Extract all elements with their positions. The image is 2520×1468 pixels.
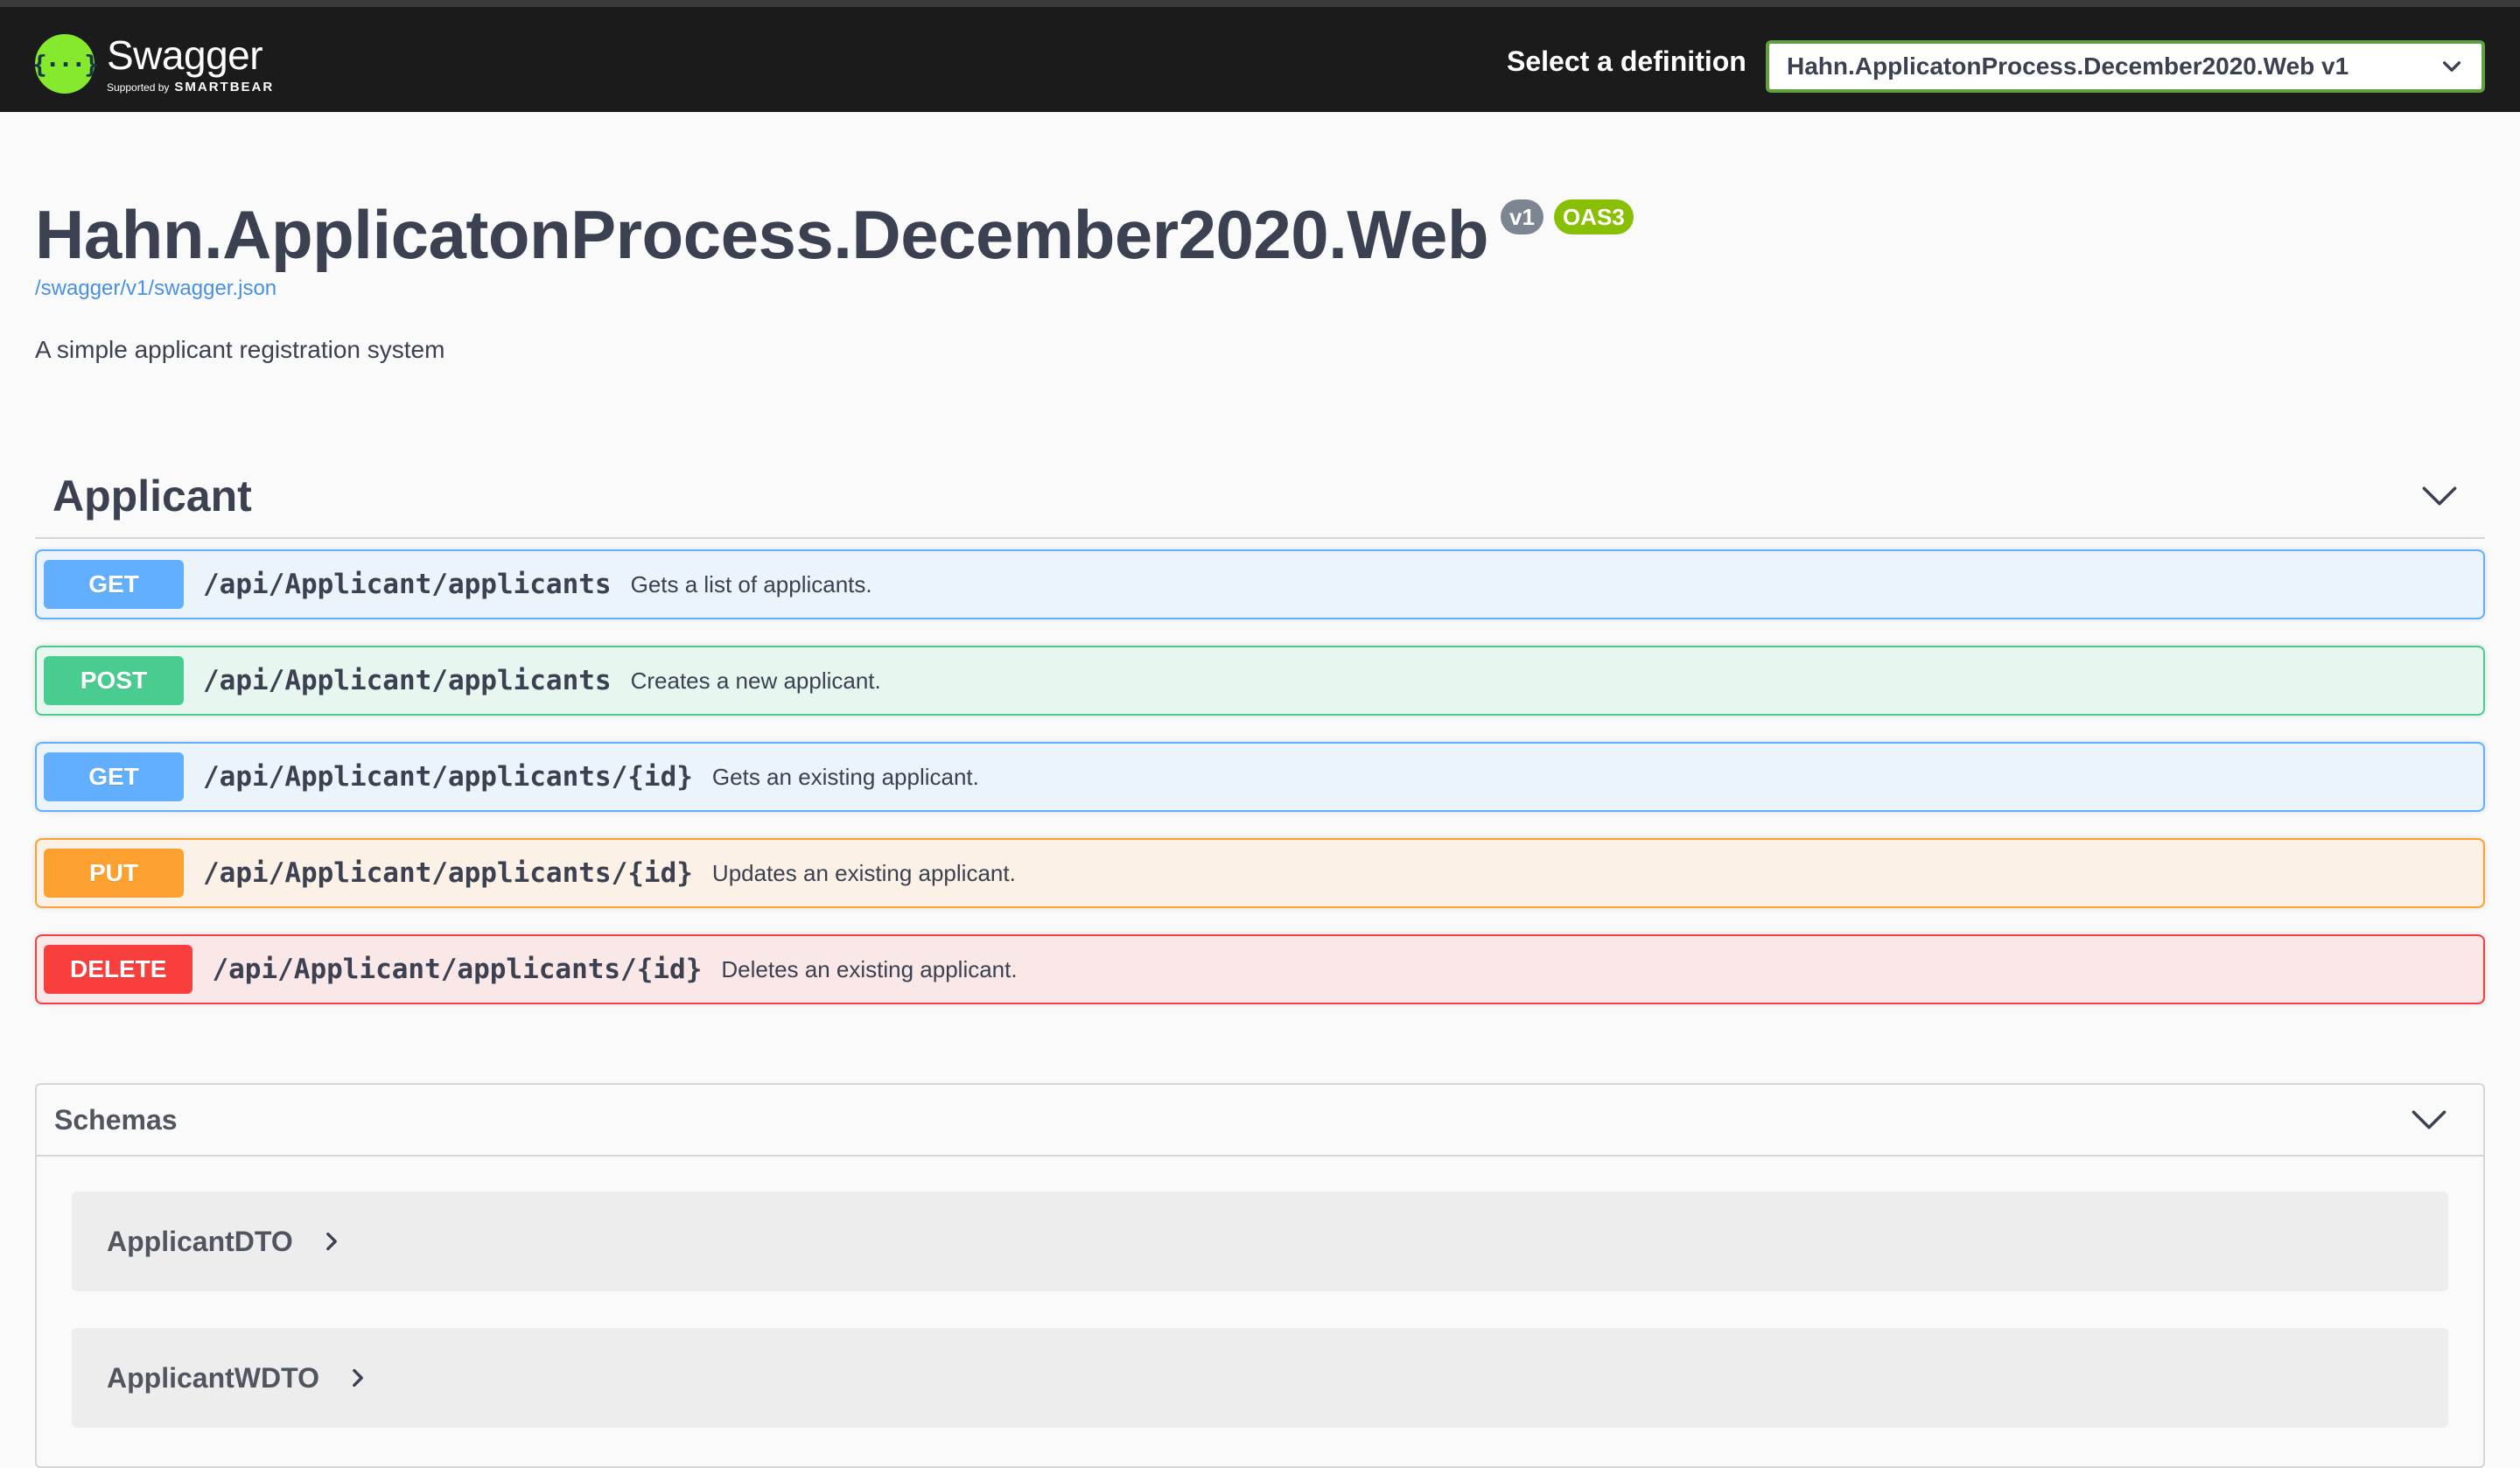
- logo-subtitle: Supported by SMARTBEAR: [107, 80, 274, 94]
- operation-path: /api/Applicant/applicants: [203, 569, 612, 600]
- topbar: {···} Swagger Supported by SMARTBEAR Sel…: [0, 0, 2520, 112]
- schemas-title: Schemas: [54, 1103, 178, 1136]
- operation-delete-applicant[interactable]: DELETE /api/Applicant/applicants/{id} De…: [35, 934, 2485, 1004]
- operation-put-applicant[interactable]: PUT /api/Applicant/applicants/{id} Updat…: [35, 838, 2485, 908]
- version-badge: v1: [1501, 199, 1544, 234]
- chevron-right-icon: [326, 1232, 337, 1251]
- chevron-down-icon[interactable]: [2420, 477, 2459, 515]
- operation-path: /api/Applicant/applicants/{id}: [203, 857, 693, 889]
- api-title: Hahn.ApplicatonProcess.December2020.Web: [35, 196, 1489, 273]
- tag-header-applicant[interactable]: Applicant: [35, 455, 2485, 539]
- method-badge: PUT: [44, 849, 184, 898]
- method-badge: GET: [44, 560, 184, 609]
- definition-label: Select a definition: [1507, 45, 1746, 77]
- operation-post-applicants[interactable]: POST /api/Applicant/applicants Creates a…: [35, 646, 2485, 716]
- model-applicantdto[interactable]: ApplicantDTO: [72, 1192, 2448, 1291]
- operation-summary: Deletes an existing applicant.: [721, 955, 1018, 982]
- model-name: ApplicantWDTO: [107, 1361, 319, 1394]
- operation-summary: Creates a new applicant.: [630, 667, 881, 694]
- model-applicantwdto[interactable]: ApplicantWDTO: [72, 1328, 2448, 1428]
- logo-glyph: {···}: [32, 49, 99, 79]
- api-description: A simple applicant registration system: [35, 336, 445, 363]
- logo-title: Swagger: [107, 31, 263, 78]
- chevron-down-icon[interactable]: [2410, 1101, 2448, 1139]
- logo-brand-text: SMARTBEAR: [174, 79, 275, 94]
- definition-select[interactable]: Hahn.ApplicatonProcess.December2020.Web …: [1766, 40, 2485, 93]
- operations-list: GET /api/Applicant/applicants Gets a lis…: [35, 549, 2485, 1031]
- method-badge: GET: [44, 752, 184, 801]
- swagger-logo-icon: {···}: [32, 34, 99, 94]
- chevron-down-icon: [2442, 61, 2461, 72]
- schemas-section: Schemas ApplicantDTO ApplicantWDTO: [35, 1083, 2485, 1468]
- operation-get-applicant-by-id[interactable]: GET /api/Applicant/applicants/{id} Gets …: [35, 742, 2485, 812]
- definition-select-value: Hahn.ApplicatonProcess.December2020.Web …: [1787, 52, 2349, 80]
- method-badge: POST: [44, 656, 184, 705]
- api-title-row: Hahn.ApplicatonProcess.December2020.Web …: [35, 192, 1634, 276]
- operation-path: /api/Applicant/applicants/{id}: [203, 761, 693, 793]
- model-name: ApplicantDTO: [107, 1225, 293, 1257]
- method-badge: DELETE: [44, 945, 193, 994]
- operation-path: /api/Applicant/applicants: [203, 665, 612, 696]
- schemas-header[interactable]: Schemas: [37, 1085, 2483, 1157]
- operation-summary: Updates an existing applicant.: [711, 859, 1016, 886]
- operation-summary: Gets an existing applicant.: [711, 763, 979, 790]
- operation-get-applicants[interactable]: GET /api/Applicant/applicants Gets a lis…: [35, 549, 2485, 619]
- chevron-right-icon: [353, 1368, 363, 1388]
- swagger-logo[interactable]: {···} Swagger Supported by SMARTBEAR: [32, 24, 274, 103]
- oas-badge: OAS3: [1553, 199, 1634, 234]
- spec-url-link[interactable]: /swagger/v1/swagger.json: [35, 276, 276, 301]
- operation-path: /api/Applicant/applicants/{id}: [212, 954, 703, 985]
- operation-summary: Gets a list of applicants.: [630, 570, 872, 598]
- logo-supported-text: Supported by: [107, 80, 170, 94]
- tag-name: Applicant: [52, 472, 252, 521]
